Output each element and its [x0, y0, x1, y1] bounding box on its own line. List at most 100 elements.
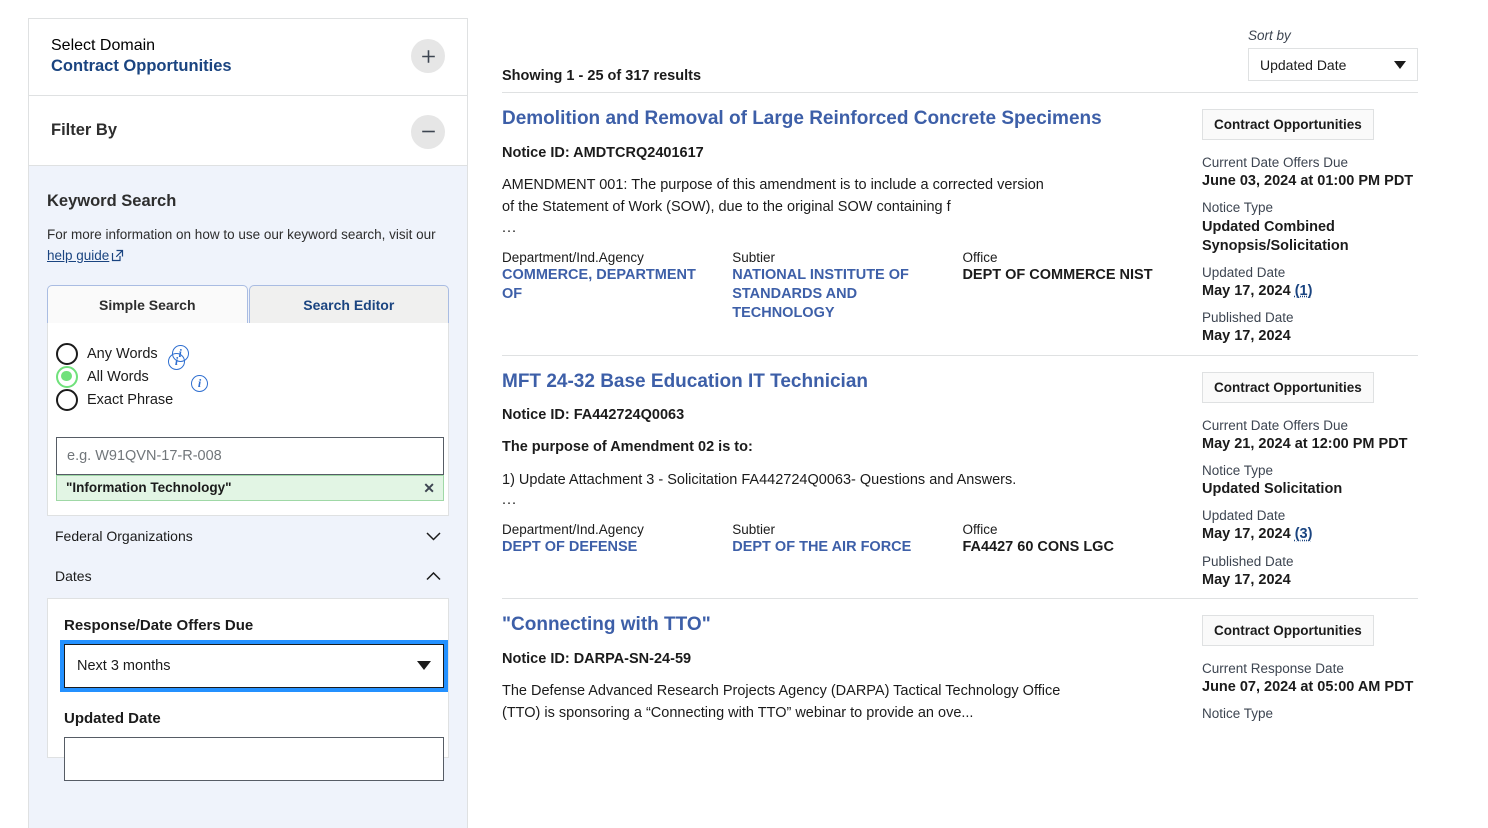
- result-title-link[interactable]: Demolition and Removal of Large Reinforc…: [502, 107, 1182, 131]
- radio-label-exact-phrase: Exact Phrase: [87, 391, 174, 408]
- due-date-value: June 07, 2024 at 05:00 AM PDT: [1202, 679, 1414, 696]
- radio-row-any-words[interactable]: Any Words i: [56, 342, 440, 365]
- radio-row-all-words[interactable]: All Words i: [56, 352, 440, 388]
- result-subdescription-line: 1) Update Attachment 3 - Solicitation FA…: [502, 471, 1017, 488]
- meta-office-label: Office: [962, 249, 998, 265]
- meta-subtier-value[interactable]: NATIONAL INSTITUTE OF STANDARDS AND TECH…: [732, 266, 948, 323]
- published-date-label: Published Date: [1202, 553, 1294, 569]
- meta-dept: Department/Ind.Agency COMMERCE, DEPARTME…: [502, 250, 732, 323]
- response-date-select-value: Next 3 months: [77, 657, 171, 674]
- meta-dept-label: Department/Ind.Agency: [502, 249, 644, 265]
- sort-by-label: Sort by: [1248, 28, 1291, 43]
- radio-all-words[interactable]: [56, 365, 78, 388]
- keyword-search-help: For more information on how to use our k…: [47, 225, 449, 269]
- response-date-select-wrapper: Next 3 months: [60, 639, 448, 692]
- sort-by-select[interactable]: Updated Date: [1248, 48, 1418, 81]
- filter-sidebar: Select Domain Contract Opportunities Fil…: [28, 18, 468, 828]
- status-badge[interactable]: Contract Opportunities: [1202, 371, 1374, 403]
- keyword-help-text: For more information on how to use our k…: [47, 227, 436, 242]
- search-mode-tabs: Simple Search Search Editor: [47, 284, 449, 323]
- meta-office-label: Office: [962, 522, 998, 538]
- meta-office: Office FA4427 60 CONS LGC: [962, 522, 1182, 557]
- result-description-line: of the Statement of Work (SOW), due to t…: [502, 199, 951, 216]
- meta-subtier-label: Subtier: [732, 522, 775, 538]
- published-date-label: Published Date: [1202, 310, 1294, 326]
- response-date-label: Response/Date Offers Due: [64, 616, 254, 634]
- notice-type-label: Notice Type: [1202, 462, 1274, 478]
- due-date-label: Current Response Date: [1202, 660, 1344, 676]
- response-date-select[interactable]: Next 3 months: [64, 643, 444, 688]
- keyword-chip-label: "Information Technology": [66, 480, 232, 496]
- info-icon-all-words[interactable]: i: [168, 352, 185, 370]
- chevron-down-icon: [426, 528, 441, 544]
- caret-down-icon: [417, 661, 431, 671]
- radio-row-exact-phrase[interactable]: Exact Phrase i: [56, 374, 440, 411]
- status-badge[interactable]: Contract Opportunities: [1202, 614, 1374, 646]
- radio-exact-phrase[interactable]: [56, 388, 78, 411]
- keyword-search-heading: Keyword Search: [47, 192, 177, 210]
- external-link-icon: [111, 248, 124, 269]
- meta-subtier-value[interactable]: DEPT OF THE AIR FORCE: [732, 538, 948, 557]
- due-date-value: May 21, 2024 at 12:00 PM PDT: [1202, 435, 1408, 452]
- updated-date-label: Updated Date: [1202, 508, 1286, 524]
- result-item: "Connecting with TTO" Notice ID: DARPA-S…: [502, 597, 1418, 726]
- updated-date-input[interactable]: [64, 736, 444, 781]
- search-results-page: Select Domain Contract Opportunities Fil…: [0, 0, 1488, 828]
- keyword-search-input[interactable]: e.g. W91QVN-17-R-008: [56, 436, 444, 475]
- status-badge[interactable]: Contract Opportunities: [1202, 109, 1374, 140]
- collapse-filters-button[interactable]: [411, 114, 445, 149]
- result-title-link[interactable]: "Connecting with TTO": [502, 613, 1182, 637]
- result-description-ellipsis: ...: [502, 492, 518, 509]
- minus-icon: [421, 130, 435, 133]
- result-notice-id: Notice ID: FA442724Q0063: [502, 407, 685, 424]
- updated-date-count-link[interactable]: (3): [1295, 526, 1313, 542]
- meta-dept-value[interactable]: COMMERCE, DEPARTMENT OF: [502, 266, 718, 304]
- select-domain-panel: Select Domain Contract Opportunities: [29, 18, 467, 96]
- tab-search-editor[interactable]: Search Editor: [248, 284, 449, 323]
- result-meta: Department/Ind.Agency COMMERCE, DEPARTME…: [502, 250, 1182, 329]
- radio-any-words[interactable]: [56, 342, 78, 365]
- result-body: MFT 24-32 Base Education IT Technician N…: [502, 370, 1202, 598]
- result-description-ellipsis: ...: [502, 219, 518, 236]
- published-date-value: May 17, 2024: [1202, 571, 1291, 588]
- results-list: Demolition and Removal of Large Reinforc…: [502, 92, 1418, 726]
- sort-by-value: Updated Date: [1260, 56, 1347, 73]
- meta-dept-label: Department/Ind.Agency: [502, 522, 644, 538]
- result-body: "Connecting with TTO" Notice ID: DARPA-S…: [502, 613, 1202, 726]
- updated-date-label: Updated Date: [1202, 264, 1286, 280]
- select-domain-value[interactable]: Contract Opportunities: [51, 55, 232, 77]
- filters-body: Keyword Search For more information on h…: [29, 166, 467, 828]
- info-icon-exact-phrase[interactable]: i: [191, 374, 208, 392]
- simple-search-panel: Any Words i All Words i Exact Phrase i e…: [47, 322, 449, 516]
- meta-office: Office DEPT OF COMMERCE NIST: [962, 250, 1182, 323]
- close-icon[interactable]: ✕: [423, 481, 435, 495]
- result-sidebar: Contract Opportunities Current Date Offe…: [1202, 370, 1418, 598]
- filter-by-title: Filter By: [51, 121, 118, 139]
- meta-office-value: DEPT OF COMMERCE NIST: [962, 266, 1153, 283]
- chevron-up-icon: [426, 568, 441, 584]
- keyword-chip: "Information Technology" ✕: [56, 474, 444, 501]
- result-item: Demolition and Removal of Large Reinforc…: [502, 92, 1418, 355]
- updated-date-value: May 17, 2024 (1): [1202, 282, 1418, 301]
- accordion-label-federal-organizations: Federal Organizations: [55, 527, 193, 544]
- meta-subtier: Subtier DEPT OF THE AIR FORCE: [732, 522, 962, 557]
- accordion-dates[interactable]: Dates: [47, 556, 449, 596]
- updated-date-text: May 17, 2024: [1202, 526, 1291, 543]
- expand-domain-button[interactable]: [411, 39, 445, 73]
- tab-simple-search[interactable]: Simple Search: [47, 284, 248, 323]
- accordion-federal-organizations[interactable]: Federal Organizations: [47, 516, 449, 556]
- help-guide-link[interactable]: help guide: [47, 248, 109, 263]
- updated-date-label: Updated Date: [64, 709, 161, 727]
- result-sidebar: Contract Opportunities Current Response …: [1202, 613, 1418, 726]
- updated-date-value: May 17, 2024 (3): [1202, 525, 1418, 544]
- result-notice-id: Notice ID: DARPA-SN-24-59: [502, 650, 692, 667]
- radio-label-any-words: Any Words: [87, 345, 158, 362]
- published-date-value: May 17, 2024: [1202, 328, 1291, 345]
- meta-dept-value[interactable]: DEPT OF DEFENSE: [502, 538, 718, 557]
- result-meta: Department/Ind.Agency DEPT OF DEFENSE Su…: [502, 522, 1182, 563]
- result-description-line: The Defense Advanced Research Projects A…: [502, 682, 1061, 699]
- results-count: Showing 1 - 25 of 317 results: [502, 68, 702, 84]
- domain-text-block: Select Domain Contract Opportunities: [51, 37, 232, 77]
- result-title-link[interactable]: MFT 24-32 Base Education IT Technician: [502, 370, 1182, 394]
- updated-date-count-link[interactable]: (1): [1295, 283, 1313, 299]
